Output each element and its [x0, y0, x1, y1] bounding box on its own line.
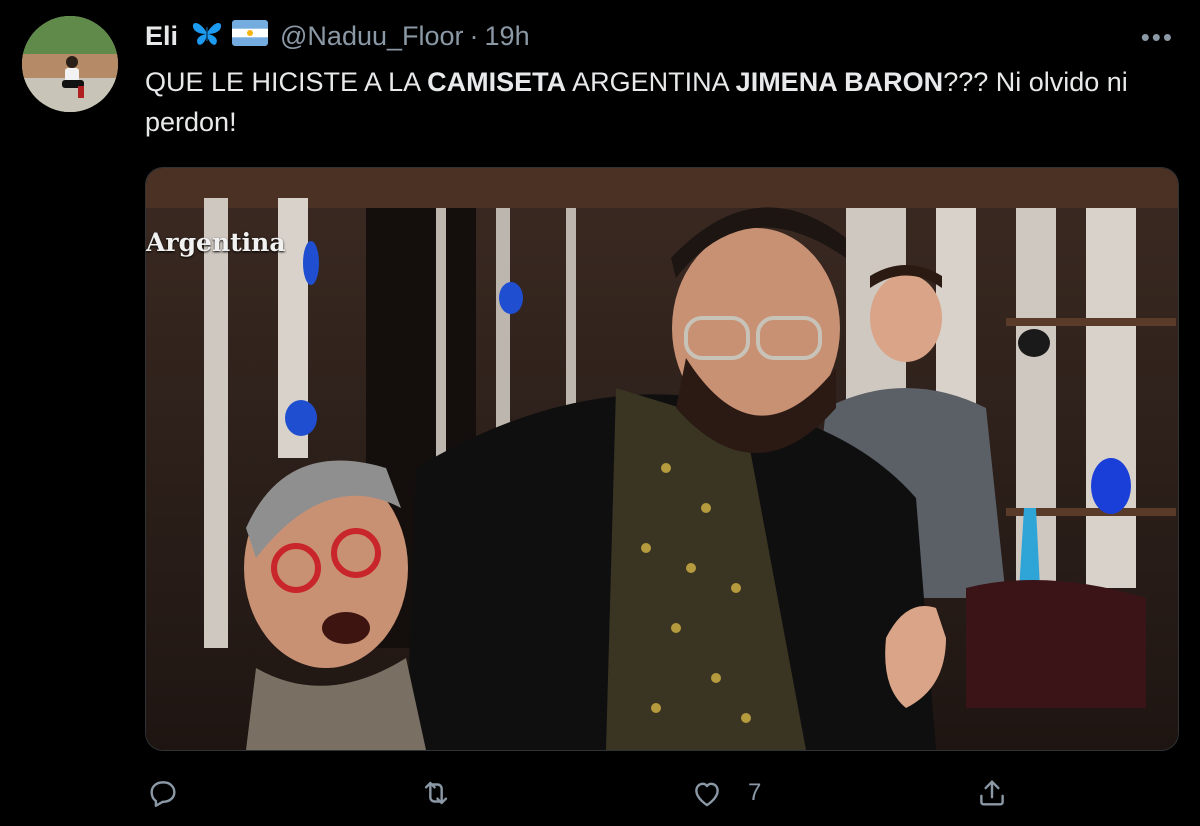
reply-button[interactable]: [146, 776, 180, 810]
video-overlay-text: Argentina: [146, 228, 286, 257]
tweet-text-part: ARGENTINA: [566, 67, 736, 97]
tweet[interactable]: Eli @Naduu_Floor · 19h ••• QUE LE HICIST…: [0, 0, 1200, 826]
tweet-media-video[interactable]: Argentina: [145, 167, 1179, 751]
user-handle[interactable]: @Naduu_Floor: [280, 21, 464, 52]
share-icon[interactable]: [975, 776, 1009, 810]
display-name[interactable]: Eli: [145, 21, 178, 52]
tweet-text-bold: JIMENA BARON: [735, 67, 944, 97]
tweet-text: QUE LE HICISTE A LA CAMISETA ARGENTINA J…: [145, 62, 1155, 142]
tweet-header: Eli @Naduu_Floor · 19h: [145, 18, 530, 54]
reply-icon[interactable]: [146, 776, 180, 810]
like-button[interactable]: 7: [690, 776, 761, 810]
avatar[interactable]: [22, 16, 118, 112]
timestamp[interactable]: 19h: [485, 21, 530, 52]
separator: ·: [469, 20, 479, 51]
argentina-flag-icon: [232, 19, 269, 53]
tweet-text-bold: CAMISETA: [427, 67, 567, 97]
tweet-actions: 7: [0, 776, 1200, 816]
butterfly-icon: [190, 19, 224, 54]
share-button[interactable]: [975, 776, 1009, 810]
retweet-button[interactable]: [418, 776, 454, 810]
more-options-icon[interactable]: •••: [1141, 22, 1174, 53]
heart-icon[interactable]: [690, 776, 724, 810]
like-count: 7: [748, 779, 762, 806]
name-emojis: [190, 19, 269, 54]
tweet-text-part: QUE LE HICISTE A LA: [145, 67, 428, 97]
retweet-icon[interactable]: [418, 776, 454, 810]
